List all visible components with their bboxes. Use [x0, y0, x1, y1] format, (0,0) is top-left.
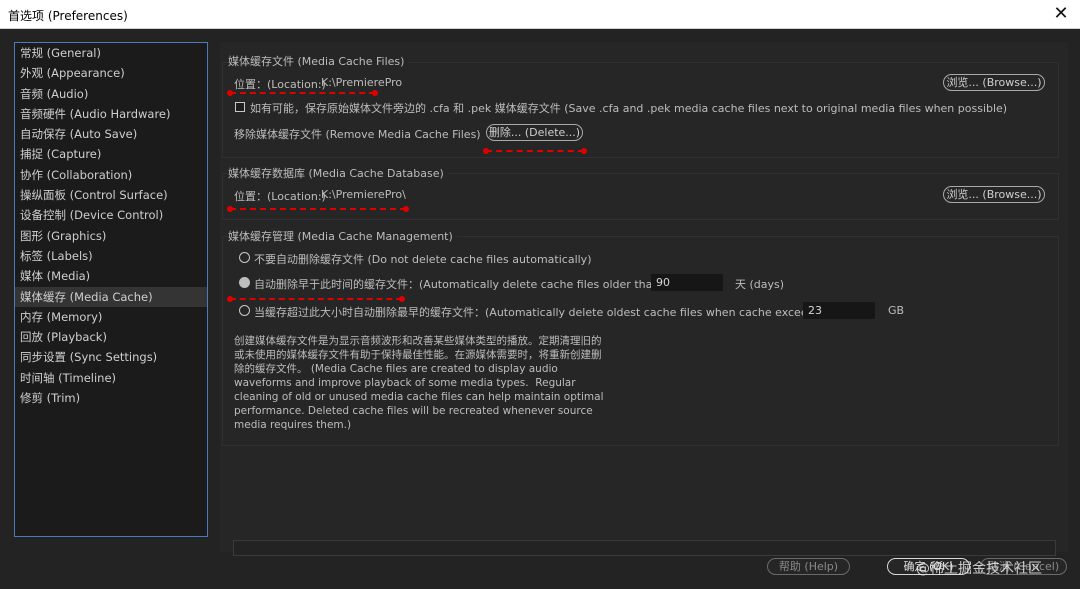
preferences-sidebar: 常规 (General) 外观 (Appearance) 音频 (Audio) 音频硬…	[14, 42, 208, 537]
save-next-to-media-label: 如有可能，保存原始媒体文件旁边的 .cfa 和 .pek 媒体缓存文件 (Sav…	[250, 102, 1008, 115]
remove-cache-files-label: 移除媒体缓存文件 (Remove Media Cache Files)	[234, 128, 481, 141]
window-title: 首选项 (Preferences)	[8, 9, 128, 23]
help-button[interactable]: 帮助 (Help)	[767, 558, 850, 575]
cache-database-location-value: K:\PremierePro\	[321, 188, 406, 201]
sidebar-item[interactable]: 操纵面板 (Control Surface)	[15, 185, 207, 205]
radio-no-auto-delete-label: 不要自动删除缓存文件 (Do not delete cache files au…	[254, 253, 592, 266]
radio-delete-older[interactable]	[239, 277, 250, 288]
cache-files-browse-button[interactable]: 浏览... (Browse...)	[943, 74, 1045, 91]
sidebar-item[interactable]: 自动保存 (Auto Save)	[15, 124, 207, 144]
sidebar-item[interactable]: 媒体 (Media)	[15, 266, 207, 286]
close-icon[interactable]: ✕	[1050, 3, 1072, 25]
sidebar-item[interactable]: 常规 (General)	[15, 43, 207, 63]
sidebar-item[interactable]: 修剪 (Trim)	[15, 388, 207, 408]
media-cache-management-title: 媒体缓存管理 (Media Cache Management)	[228, 228, 457, 244]
sidebar-item[interactable]: 回放 (Playback)	[15, 327, 207, 347]
cache-size-limit-unit: GB	[888, 304, 905, 317]
sidebar-item[interactable]: 媒体缓存 (Media Cache)	[15, 286, 207, 307]
cache-database-location-label: 位置：(Location:)	[234, 190, 326, 203]
watermark: @稀土掘金技术社区	[916, 561, 1042, 577]
cache-size-limit-input[interactable]: 23	[803, 302, 875, 319]
radio-no-auto-delete[interactable]	[239, 252, 250, 263]
delete-cache-button[interactable]: 删除... (Delete...)	[486, 124, 583, 141]
window-titlebar: 首选项 (Preferences) ✕	[0, 0, 1080, 29]
sidebar-item[interactable]: 同步设置 (Sync Settings)	[15, 347, 207, 367]
sidebar-item[interactable]: 图形 (Graphics)	[15, 226, 207, 246]
sidebar-item[interactable]: 音频硬件 (Audio Hardware)	[15, 104, 207, 124]
sidebar-item[interactable]: 外观 (Appearance)	[15, 63, 207, 83]
media-cache-description: 创建媒体缓存文件是为显示音频波形和改善某些媒体类型的播放。定期清理旧的或未使用的…	[234, 335, 604, 431]
status-strip	[233, 540, 1056, 556]
media-cache-database-title: 媒体缓存数据库 (Media Cache Database)	[228, 165, 448, 181]
radio-delete-older-label: 自动删除早于此时间的缓存文件：(Automatically delete cac…	[254, 278, 668, 291]
older-than-days-unit: 天 (days)	[735, 278, 785, 291]
sidebar-item[interactable]: 捕捉 (Capture)	[15, 144, 207, 164]
database-location-annotation-underline	[227, 206, 409, 212]
delete-older-annotation-underline	[227, 296, 405, 302]
cache-files-location-value: K:\PremierePro	[321, 76, 403, 89]
older-than-days-input[interactable]: 90	[651, 274, 723, 291]
media-cache-files-title: 媒体缓存文件 (Media Cache Files)	[228, 53, 409, 69]
sidebar-item[interactable]: 设备控制 (Device Control)	[15, 205, 207, 225]
sidebar-item[interactable]: 时间轴 (Timeline)	[15, 368, 207, 388]
sidebar-item[interactable]: 标签 (Labels)	[15, 246, 207, 266]
location-annotation-underline	[227, 90, 378, 96]
sidebar-item[interactable]: 内存 (Memory)	[15, 307, 207, 327]
radio-delete-exceeds-label: 当缓存超过此大小时自动删除最早的缓存文件：(Automatically dele…	[254, 306, 829, 319]
save-next-to-media-checkbox[interactable]	[235, 102, 245, 112]
cache-files-location-label: 位置：(Location:)	[234, 78, 326, 91]
cache-database-browse-button[interactable]: 浏览... (Browse...)	[943, 186, 1045, 203]
delete-annotation-underline	[483, 148, 587, 154]
radio-delete-exceeds[interactable]	[239, 305, 250, 316]
sidebar-item[interactable]: 协作 (Collaboration)	[15, 165, 207, 185]
sidebar-item[interactable]: 音频 (Audio)	[15, 84, 207, 104]
